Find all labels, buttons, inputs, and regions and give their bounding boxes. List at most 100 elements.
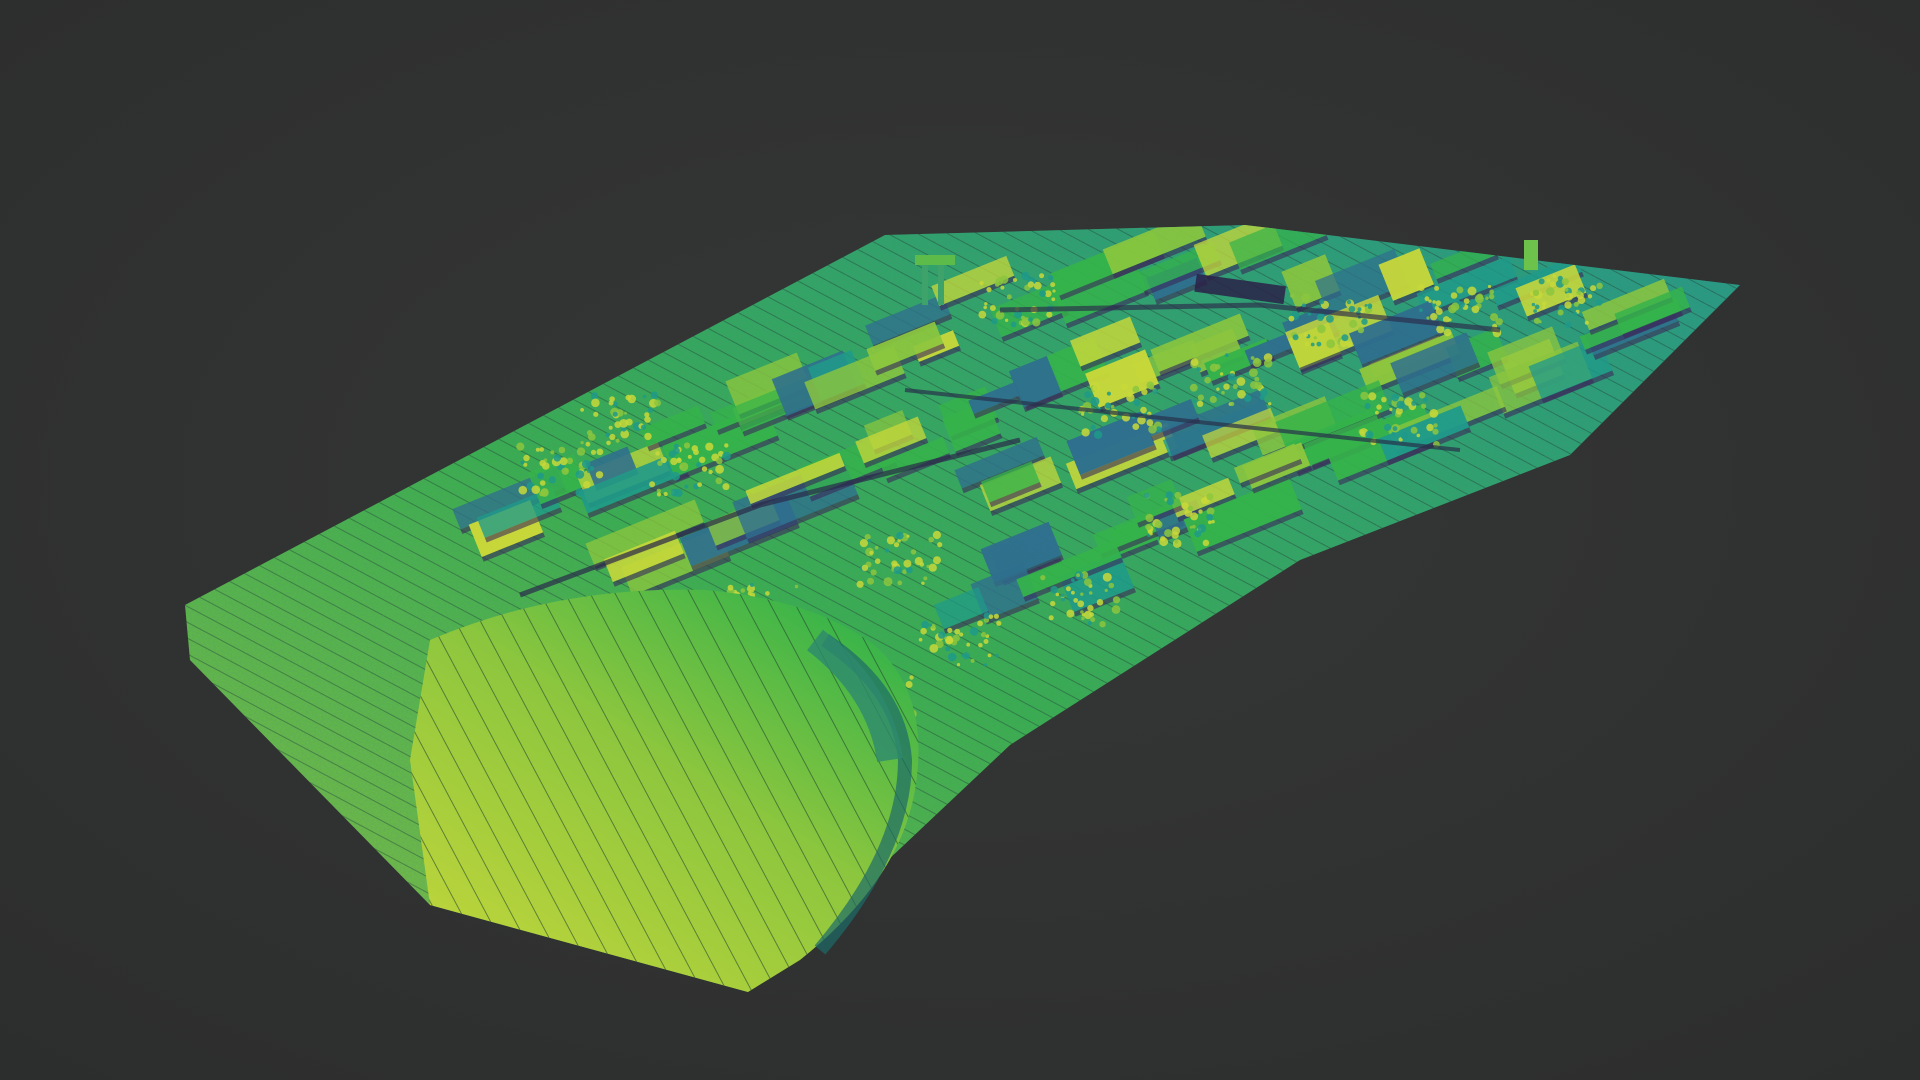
tree-point bbox=[1364, 403, 1371, 409]
tree-point bbox=[869, 550, 874, 555]
tree-point bbox=[1133, 399, 1141, 407]
tree-point bbox=[1254, 376, 1260, 382]
tree-point bbox=[608, 425, 613, 430]
tree-point bbox=[715, 477, 723, 485]
tree-point bbox=[1032, 318, 1041, 327]
tree-point bbox=[1216, 387, 1220, 391]
tree-point bbox=[859, 539, 869, 548]
tree-point bbox=[1006, 294, 1012, 300]
tree-point bbox=[1039, 273, 1045, 279]
tree-point bbox=[1206, 513, 1214, 521]
tree-point bbox=[657, 460, 663, 466]
tree-point bbox=[518, 485, 528, 495]
tree-point bbox=[978, 310, 987, 319]
tree-point bbox=[1048, 615, 1054, 621]
tree-point bbox=[591, 398, 600, 408]
tree-point bbox=[647, 407, 653, 413]
tree-point bbox=[1341, 334, 1349, 342]
tree-point bbox=[644, 416, 651, 423]
tree-point bbox=[1108, 582, 1115, 589]
tree-point bbox=[1146, 419, 1154, 427]
tree-point bbox=[548, 476, 556, 484]
tree-point bbox=[531, 485, 541, 495]
tree-point bbox=[1317, 324, 1326, 334]
tree-point bbox=[1468, 299, 1477, 307]
tree-point bbox=[1232, 384, 1238, 390]
tree-point bbox=[613, 401, 618, 407]
tree-point bbox=[1050, 586, 1058, 594]
tree-point bbox=[870, 569, 877, 576]
tree-point bbox=[1290, 293, 1295, 298]
tree-point bbox=[649, 481, 656, 488]
tree-point bbox=[1564, 301, 1572, 309]
tree-point bbox=[989, 305, 996, 311]
tree-point bbox=[1485, 296, 1489, 300]
tree-point bbox=[644, 412, 650, 418]
tree-point bbox=[581, 459, 591, 469]
tree-point bbox=[590, 449, 597, 455]
tree-point bbox=[1587, 294, 1593, 299]
tree-point bbox=[1549, 281, 1556, 288]
tree-point bbox=[612, 411, 618, 417]
tree-point bbox=[550, 450, 555, 455]
tree-point bbox=[1181, 502, 1189, 510]
tree-point bbox=[1197, 394, 1204, 401]
tree-point bbox=[867, 538, 872, 543]
tree-point bbox=[1040, 575, 1046, 581]
tree-point bbox=[1392, 426, 1398, 431]
tree-point bbox=[691, 445, 699, 452]
tree-point bbox=[1192, 399, 1196, 403]
tree-point bbox=[1088, 591, 1093, 595]
tree-point bbox=[1111, 605, 1121, 614]
tree-point bbox=[1463, 298, 1470, 304]
tree-point bbox=[1361, 431, 1365, 435]
tree-point bbox=[1112, 596, 1121, 604]
tree-point bbox=[1391, 393, 1399, 402]
tree-point bbox=[1144, 492, 1150, 499]
tree-point bbox=[969, 627, 979, 636]
tree-point bbox=[1400, 432, 1409, 440]
tree-point bbox=[596, 448, 604, 456]
tree-point bbox=[701, 466, 708, 472]
tree-point bbox=[1450, 302, 1460, 311]
tree-point bbox=[716, 457, 723, 465]
tree-point bbox=[1077, 600, 1085, 608]
tree-point bbox=[1076, 573, 1080, 578]
tree-point bbox=[625, 418, 633, 426]
tree-point bbox=[1211, 520, 1215, 524]
tree-point bbox=[1357, 326, 1365, 334]
tree-point bbox=[585, 441, 591, 447]
tree-point bbox=[966, 642, 971, 647]
tree-point bbox=[1360, 391, 1369, 400]
tree-point bbox=[956, 663, 961, 667]
tree-point bbox=[1174, 491, 1182, 499]
tree-point bbox=[1476, 293, 1484, 301]
tree-point bbox=[1028, 317, 1033, 322]
tree-point bbox=[1087, 604, 1094, 612]
tree-point bbox=[684, 484, 689, 489]
tree-point bbox=[654, 399, 661, 407]
tree-point bbox=[1292, 334, 1299, 341]
tree-point bbox=[970, 658, 975, 663]
tree-point bbox=[1596, 299, 1603, 306]
tree-point bbox=[1099, 621, 1106, 628]
tree-point bbox=[1096, 599, 1104, 606]
tree-point bbox=[605, 432, 610, 438]
tree-point bbox=[1194, 530, 1202, 538]
tree-point bbox=[1417, 284, 1425, 291]
tree-point bbox=[1564, 321, 1572, 329]
tree-point bbox=[1316, 314, 1324, 322]
tree-point bbox=[1148, 384, 1155, 390]
tree-point bbox=[1105, 402, 1112, 409]
tree-point bbox=[937, 542, 943, 548]
tree-point bbox=[696, 462, 702, 468]
tree-point bbox=[909, 675, 914, 680]
tree-point bbox=[1187, 505, 1194, 512]
tree-point bbox=[906, 534, 910, 538]
tree-point bbox=[1301, 303, 1306, 308]
tree-point bbox=[558, 446, 566, 454]
tree-point bbox=[1426, 316, 1430, 320]
tree-point bbox=[615, 438, 620, 443]
tree-point bbox=[947, 627, 953, 634]
tree-point bbox=[1148, 425, 1157, 434]
